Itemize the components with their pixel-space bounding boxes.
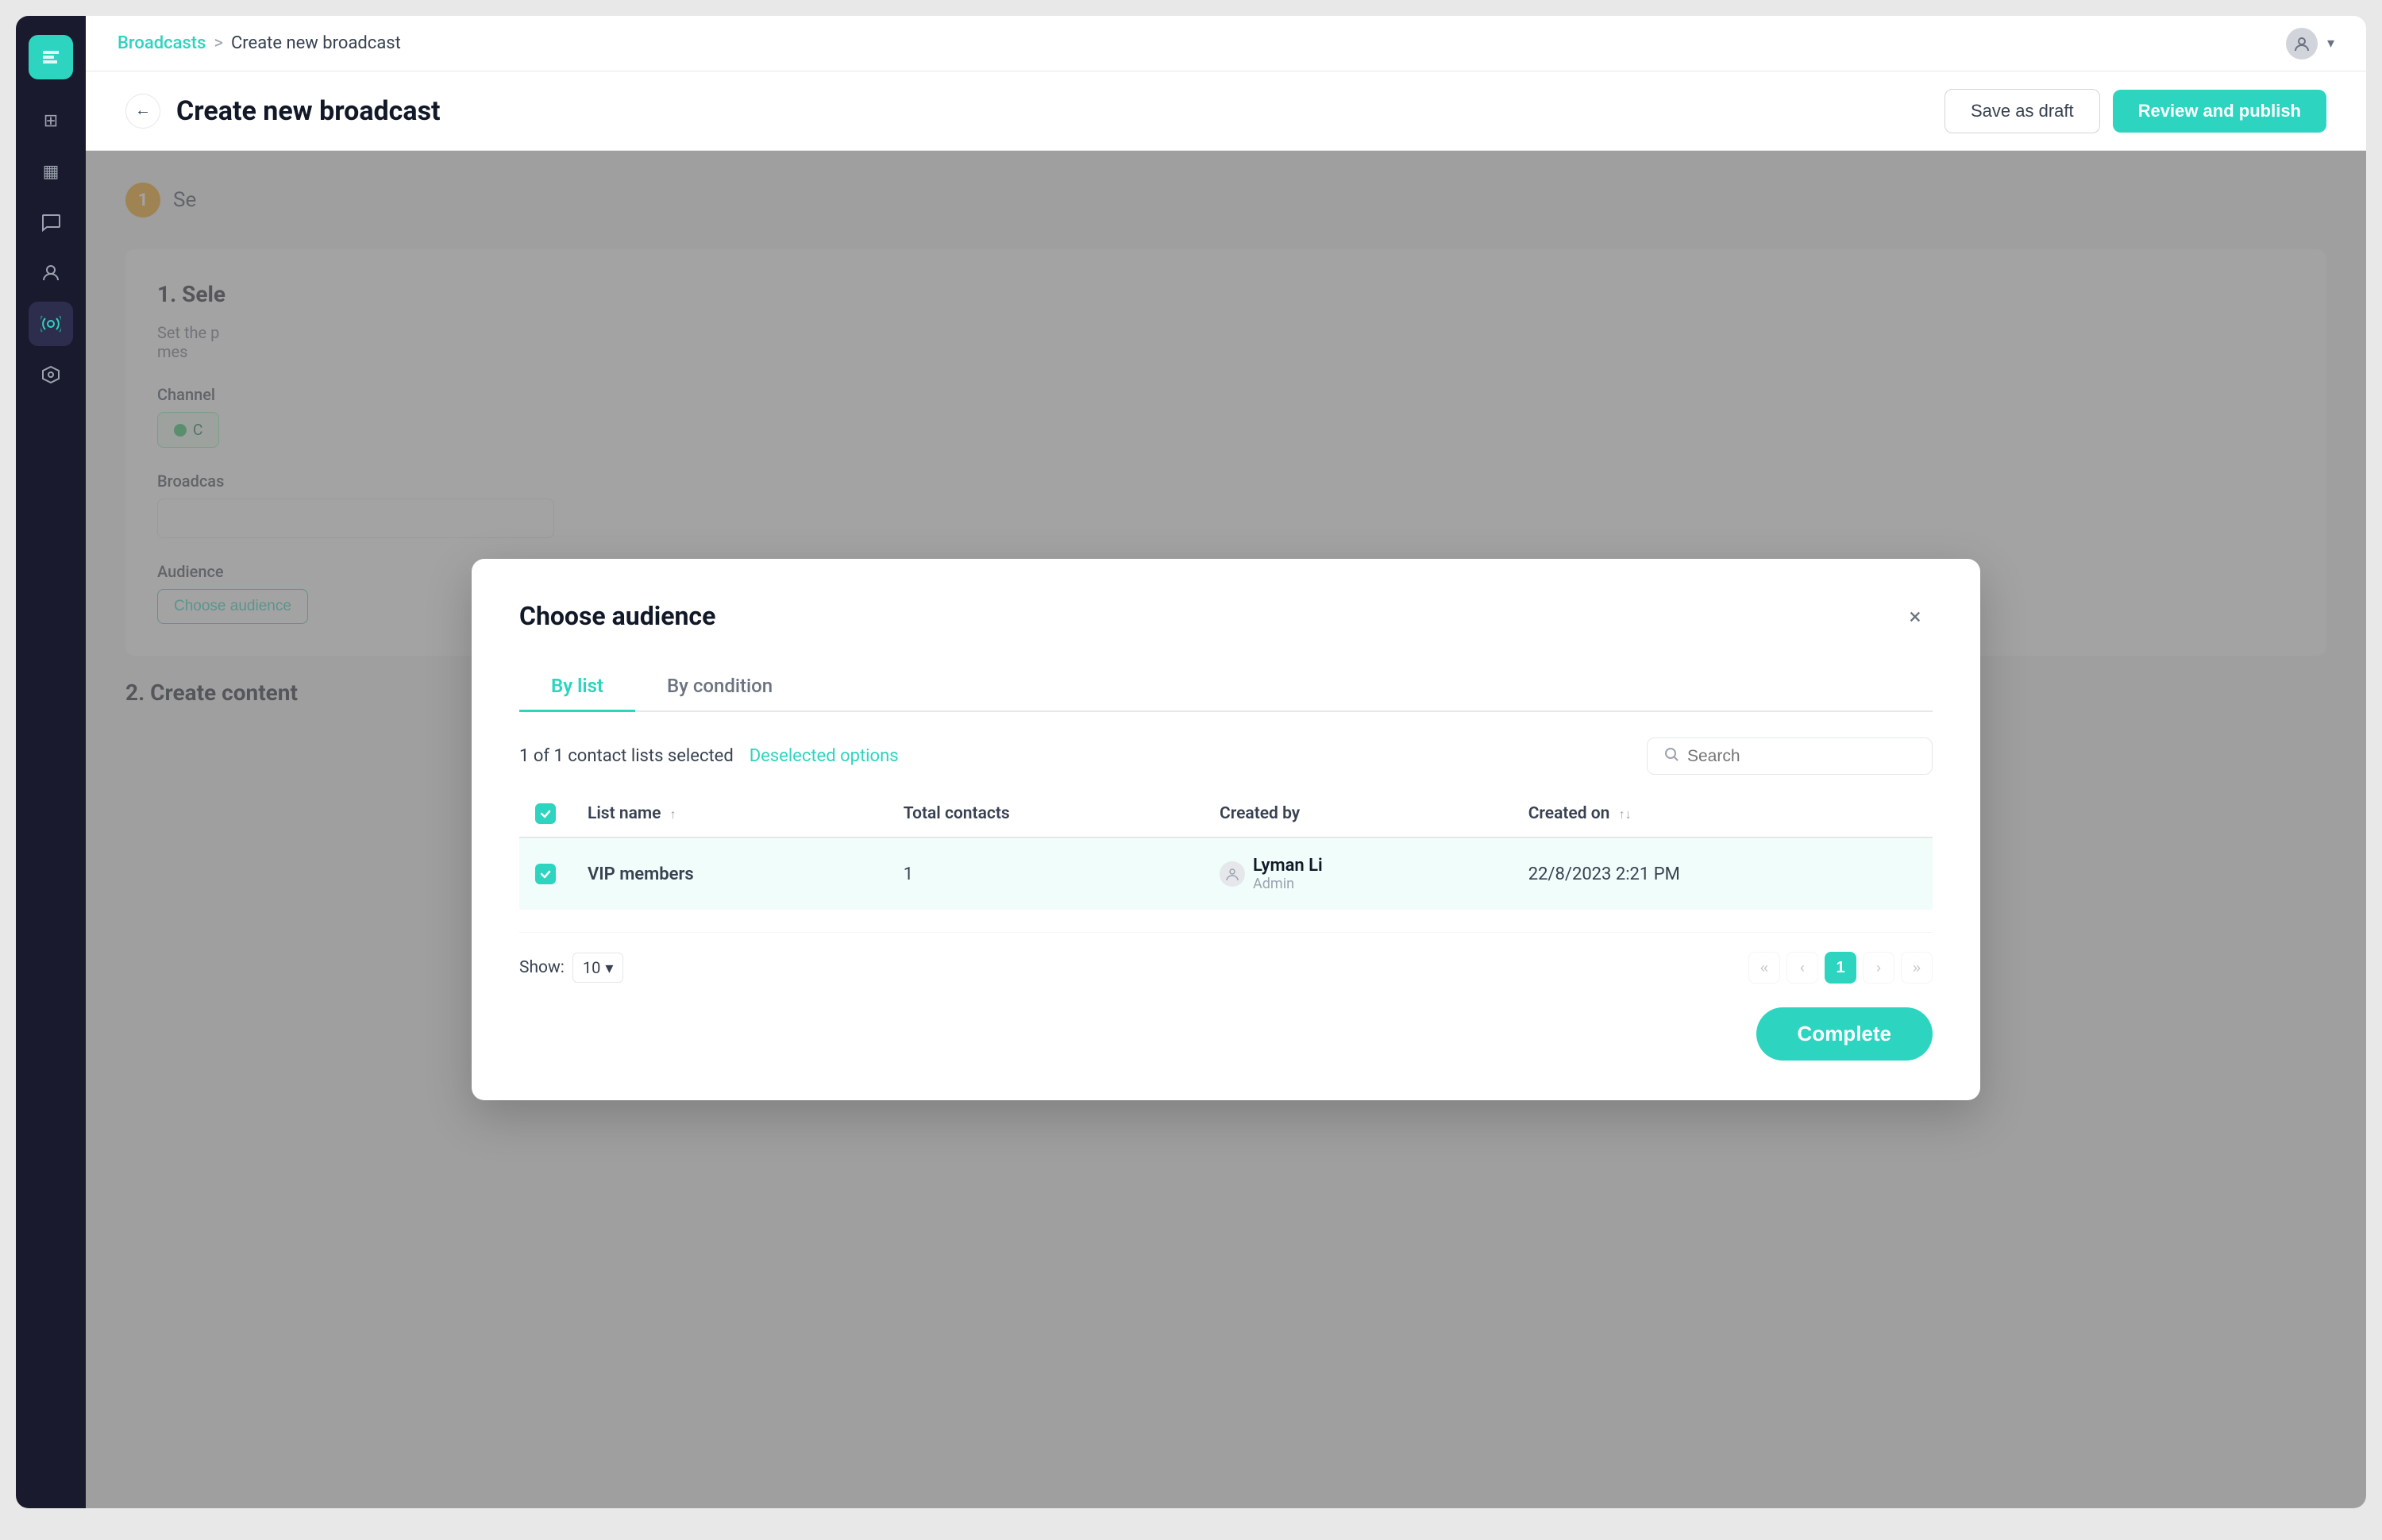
first-page-button[interactable]: « [1748, 952, 1780, 984]
save-draft-button[interactable]: Save as draft [1945, 89, 2100, 133]
selected-text: 1 of 1 contact lists selected [519, 746, 734, 766]
sidebar-item-contacts[interactable] [29, 251, 73, 295]
modal-header: Choose audience × [519, 599, 1933, 633]
sidebar: ⊞ ▦ [16, 16, 86, 1508]
user-dropdown-icon[interactable]: ▾ [2327, 35, 2334, 52]
table-toolbar: 1 of 1 contact lists selected Deselected… [519, 737, 1933, 775]
avatar[interactable] [2286, 28, 2318, 60]
pagination-nav: « ‹ 1 › » [1748, 952, 1933, 984]
choose-audience-modal: Choose audience × By list By condition 1… [472, 559, 1980, 1100]
search-icon [1663, 746, 1679, 766]
cell-created-by: Lyman Li Admin [1204, 837, 1513, 910]
user-avatar [1220, 861, 1245, 887]
modal-overlay: Choose audience × By list By condition 1… [86, 151, 2366, 1508]
back-button[interactable]: ← [125, 94, 160, 129]
search-box [1647, 737, 1933, 775]
breadcrumb-parent[interactable]: Broadcasts [118, 33, 206, 53]
cell-created-on: 22/8/2023 2:21 PM [1513, 837, 1933, 910]
deselect-link[interactable]: Deselected options [750, 746, 899, 766]
row-checkbox-cell [519, 837, 572, 910]
prev-page-button[interactable]: ‹ [1786, 952, 1818, 984]
user-name: Lyman Li [1253, 856, 1323, 876]
header-actions: Save as draft Review and publish [1945, 89, 2326, 133]
modal-close-button[interactable]: × [1898, 599, 1933, 633]
selected-info: 1 of 1 contact lists selected Deselected… [519, 746, 899, 766]
next-page-button[interactable]: › [1863, 952, 1894, 984]
cell-total-contacts: 1 [888, 837, 1204, 910]
page-title: Create new broadcast [176, 95, 441, 127]
pagination-row: Show: 10 ▾ « ‹ 1 › » [519, 932, 1933, 984]
cell-list-name: VIP members [572, 837, 888, 910]
sort-asc-icon[interactable]: ↑ [670, 807, 676, 822]
select-all-checkbox[interactable] [535, 803, 556, 824]
show-label: Show: [519, 958, 565, 977]
topbar: Broadcasts > Create new broadcast ▾ [86, 16, 2366, 71]
page-title-row: ← Create new broadcast [125, 94, 441, 129]
show-dropdown[interactable]: 10 ▾ [572, 953, 624, 983]
sidebar-item-chat[interactable] [29, 200, 73, 244]
col-created-by: Created by [1204, 791, 1513, 837]
col-list-name: List name ↑ [572, 791, 888, 837]
last-page-button[interactable]: » [1901, 952, 1933, 984]
user-role: Admin [1253, 876, 1323, 892]
contact-lists-table: List name ↑ Total contacts Created by Cr… [519, 791, 1933, 910]
sidebar-item-grid[interactable]: ▦ [29, 149, 73, 194]
search-input[interactable] [1687, 747, 1916, 766]
breadcrumb-current: Create new broadcast [231, 33, 401, 53]
breadcrumb-separator: > [214, 33, 223, 53]
row-checkbox[interactable] [535, 864, 556, 884]
col-total-contacts: Total contacts [888, 791, 1204, 837]
review-publish-button[interactable]: Review and publish [2113, 90, 2326, 133]
table-row: VIP members 1 [519, 837, 1933, 910]
page-content: 1 Se 1. Sele Set the pmes Channel C Br [86, 151, 2366, 1508]
page-header: ← Create new broadcast Save as draft Rev… [86, 71, 2366, 151]
sidebar-item-broadcast[interactable] [29, 302, 73, 346]
dropdown-chevron-icon: ▾ [605, 958, 613, 977]
main-area: Broadcasts > Create new broadcast ▾ ← Cr… [86, 16, 2366, 1508]
sidebar-item-integrations[interactable] [29, 352, 73, 397]
sort-both-icon[interactable]: ↑↓ [1619, 807, 1632, 822]
show-select: Show: 10 ▾ [519, 953, 623, 983]
breadcrumb: Broadcasts > Create new broadcast [118, 33, 401, 53]
app-logo [29, 35, 73, 79]
col-created-on: Created on ↑↓ [1513, 791, 1933, 837]
modal-footer: Complete [519, 1007, 1933, 1061]
tab-by-condition[interactable]: By condition [635, 662, 804, 712]
topbar-right: ▾ [2286, 28, 2334, 60]
modal-title: Choose audience [519, 601, 715, 631]
sidebar-item-dashboard[interactable]: ⊞ [29, 98, 73, 143]
col-checkbox [519, 791, 572, 837]
tab-by-list[interactable]: By list [519, 662, 635, 712]
tabs-row: By list By condition [519, 662, 1933, 712]
current-page-button[interactable]: 1 [1825, 952, 1856, 984]
complete-button[interactable]: Complete [1756, 1007, 1933, 1061]
